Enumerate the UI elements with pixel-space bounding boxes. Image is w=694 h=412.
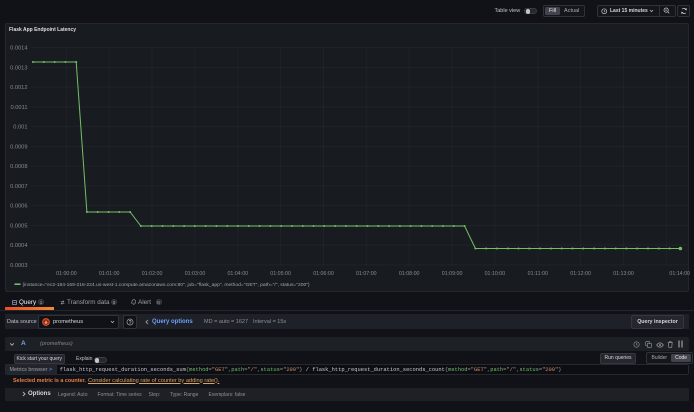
svg-text:0.0007: 0.0007 xyxy=(10,184,27,190)
svg-text:0.0003: 0.0003 xyxy=(10,263,27,269)
svg-text:01:14:00: 01:14:00 xyxy=(669,271,690,277)
svg-text:01:05:00: 01:05:00 xyxy=(270,271,291,277)
svg-text:01:10:00: 01:10:00 xyxy=(485,271,506,277)
svg-text:0.0011: 0.0011 xyxy=(11,105,28,111)
svg-text:01:11:00: 01:11:00 xyxy=(528,271,548,277)
svg-text:0.0013: 0.0013 xyxy=(10,65,27,71)
svg-text:01:02:00: 01:02:00 xyxy=(142,271,163,277)
svg-text:0.001: 0.001 xyxy=(13,125,27,131)
svg-text:0.0014: 0.0014 xyxy=(10,46,27,52)
svg-text:01:03:00: 01:03:00 xyxy=(185,271,206,277)
svg-text:0.0005: 0.0005 xyxy=(10,223,27,229)
svg-text:01:00:00: 01:00:00 xyxy=(56,271,77,277)
svg-text:0.0009: 0.0009 xyxy=(10,144,27,150)
svg-text:01:06:00: 01:06:00 xyxy=(313,271,334,277)
svg-text:01:12:00: 01:12:00 xyxy=(570,271,591,277)
svg-text:01:13:00: 01:13:00 xyxy=(613,271,634,277)
svg-text:01:04:00: 01:04:00 xyxy=(227,271,248,277)
svg-text:0.0006: 0.0006 xyxy=(10,204,27,210)
svg-text:01:08:00: 01:08:00 xyxy=(399,271,420,277)
svg-text:01:09:00: 01:09:00 xyxy=(442,271,463,277)
svg-text:{instance="ec2-184-169-216-224: {instance="ec2-184-169-216-224.us-west-1… xyxy=(23,282,311,288)
svg-text:01:07:00: 01:07:00 xyxy=(356,271,377,277)
svg-text:0.0008: 0.0008 xyxy=(10,164,27,170)
svg-text:0.0012: 0.0012 xyxy=(10,85,27,91)
svg-text:01:01:00: 01:01:00 xyxy=(99,271,120,277)
svg-text:0.0004: 0.0004 xyxy=(10,243,27,249)
